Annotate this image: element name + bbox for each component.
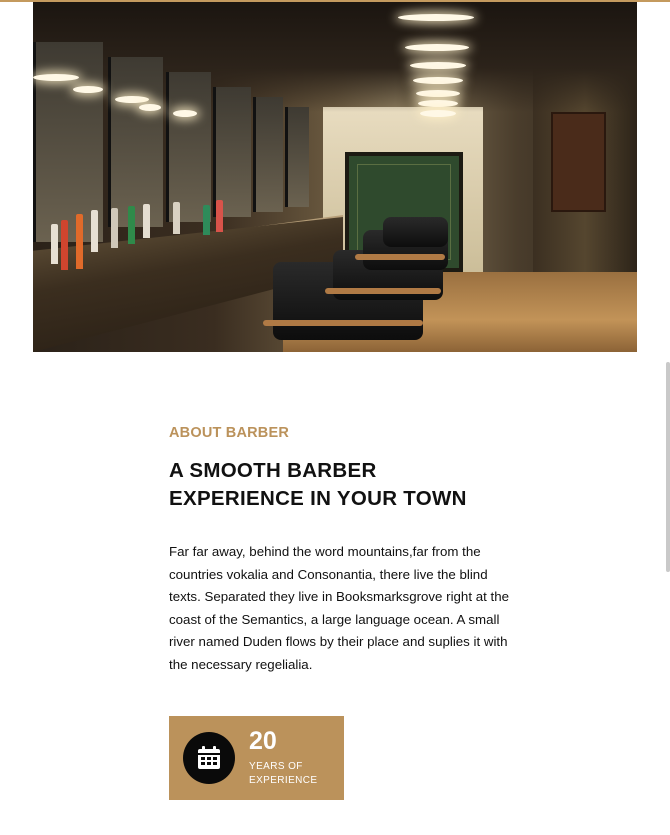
hero-mirror [213, 87, 251, 217]
hero-bottle [91, 210, 98, 252]
hero-pendant-lamp [418, 100, 458, 107]
hero-bottle [111, 208, 118, 248]
hero-pendant-lamp [416, 90, 460, 97]
hero-cabinet [551, 112, 606, 212]
hero-bottle [61, 220, 68, 270]
hero-chair-base [263, 320, 423, 326]
section-title: A SMOOTH BARBER EXPERIENCE IN YOUR TOWN [169, 457, 529, 513]
hero-bottle [143, 204, 150, 238]
section-title-line-1: A SMOOTH BARBER [169, 459, 377, 482]
hero-chair-base [355, 254, 445, 260]
hero-pendant-lamp [173, 110, 197, 117]
hero-pendant-lamp [139, 104, 161, 111]
hero-chair-base [325, 288, 441, 294]
stat-label: YEARS OF EXPERIENCE [249, 760, 339, 787]
calendar-icon [183, 732, 235, 784]
hero-barber-chair [383, 217, 448, 247]
hero-bottle [173, 202, 180, 234]
hero-pendant-lamp [398, 14, 474, 21]
hero-bottle [128, 206, 135, 244]
hero-mirror [166, 72, 211, 222]
hero-pendant-lamp [405, 44, 469, 51]
hero-pendant-lamp [420, 110, 456, 117]
hero-mirror [285, 107, 309, 207]
hero-image [33, 2, 637, 352]
hero-mirror [253, 97, 283, 212]
hero-pendant-lamp [73, 86, 103, 93]
hero-bottle [51, 224, 58, 264]
stat-label-line-2: EXPERIENCE [249, 774, 318, 786]
hero-pendant-lamp [115, 96, 149, 103]
experience-stat-box: 20 YEARS OF EXPERIENCE [169, 716, 344, 800]
hero-bottle [216, 200, 223, 232]
stat-number: 20 [249, 727, 277, 755]
hero-bottle [76, 214, 83, 269]
hero-pendant-lamp [33, 74, 79, 81]
hero-bottle [203, 205, 210, 235]
scrollbar-thumb[interactable] [666, 362, 670, 572]
section-body-text: Far far away, behind the word mountains,… [169, 544, 509, 672]
section-eyebrow: ABOUT BARBER [169, 425, 290, 441]
stat-label-line-1: YEARS OF [249, 761, 303, 772]
section-title-line-2: EXPERIENCE IN YOUR TOWN [169, 487, 467, 510]
hero-pendant-lamp [410, 62, 466, 69]
hero-pendant-lamp [413, 77, 463, 84]
hero-mirror [108, 57, 163, 227]
